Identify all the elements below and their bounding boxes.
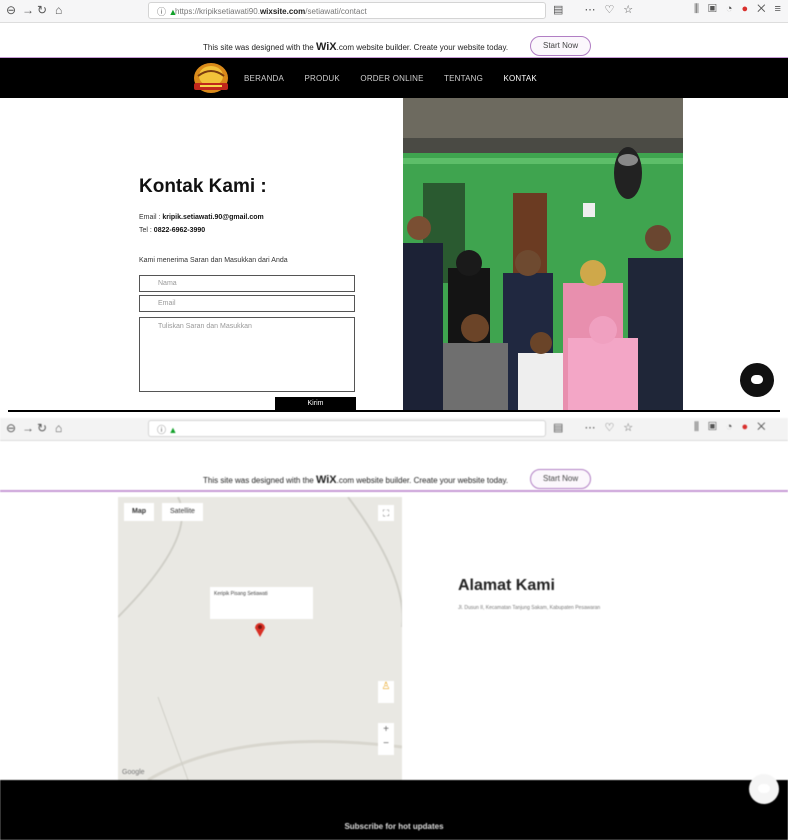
google-logo: Google [122, 769, 145, 776]
nav-item-tentang[interactable]: TENTANG [444, 74, 483, 83]
toolbar-icons-2[interactable]: ⫼▣◔●✕ [694, 421, 775, 434]
map-info-card: Keripik Pisang Setiawati [210, 587, 313, 619]
nav-item-order-online[interactable]: ORDER ONLINE [360, 74, 423, 83]
wix-banner: This site was designed with the WiX.com … [0, 33, 788, 59]
reload-icon[interactable]: ↻ [37, 3, 47, 17]
wix-banner-2: This site was designed with the WiX.com … [0, 466, 788, 492]
lock-icon: ▲ [168, 7, 178, 17]
forward-icon[interactable]: → [22, 3, 34, 17]
url-bar-2[interactable]: ⓘ ▲ [148, 420, 546, 437]
nav-item-kontak[interactable]: KONTAK [503, 74, 537, 83]
fullscreen-icon[interactable]: ⛶ [378, 505, 394, 521]
browser-toolbar: ⊖ → ↻ ⌂ ⓘ ▲ https://kripiksetiawati90.wi… [0, 0, 788, 23]
email-value[interactable]: kripik.setiawati.90@gmail.com [162, 214, 263, 221]
info-icon: ⓘ ▲ [157, 7, 178, 17]
zoom-control[interactable]: + − [378, 723, 394, 755]
url-prefix: https://kripiksetiawati90. [175, 7, 260, 16]
page-actions-icon-2[interactable]: ▤ ⋯♡☆ [553, 421, 642, 434]
nav-item-beranda[interactable]: BERANDA [244, 74, 284, 83]
lock-icon-2: ▲ [168, 425, 178, 435]
contact-title: Kontak Kami : [139, 176, 267, 197]
contact-email: Email : kripik.setiawati.90@gmail.com [139, 214, 264, 221]
back-icon[interactable]: ⊖ [6, 3, 16, 17]
wix-brand: WiX [315, 41, 337, 53]
url-path: /setiawati/contact [305, 7, 367, 16]
map-place-name: Keripik Pisang Setiawati [214, 591, 268, 597]
forward-icon-2[interactable]: → [22, 421, 34, 435]
chat-button-2[interactable] [749, 774, 779, 804]
wix-text-after: .com website builder. Create your websit… [336, 43, 509, 52]
wix-banner-text-2: This site was designed with the WiX.com … [203, 474, 508, 486]
back-icon-2[interactable]: ⊖ [6, 421, 16, 435]
url-bar[interactable]: ⓘ ▲ https://kripiksetiawati90.wixsite.co… [148, 2, 546, 19]
toolbar-icons[interactable]: ⫼▣◔●✕≡ [694, 3, 788, 16]
google-map[interactable]: Map Satellite ⛶ Keripik Pisang Setiawati… [118, 497, 402, 780]
team-photo [403, 98, 683, 410]
screenshot-divider [8, 410, 780, 412]
pegman-icon[interactable]: ♙ [378, 681, 394, 703]
tel-label: Tel : [139, 227, 154, 234]
contact-phone: Tel : 0822-6962-3990 [139, 227, 205, 234]
nav-menu: BERANDA PRODUK ORDER ONLINE TENTANG KONT… [244, 74, 555, 83]
subscribe-heading: Subscribe for hot updates [344, 822, 444, 831]
start-now-button[interactable]: Start Now [530, 36, 592, 56]
chat-button[interactable] [740, 363, 774, 397]
map-tab-map[interactable]: Map [124, 503, 154, 521]
map-pin-icon[interactable] [254, 621, 266, 637]
message-field[interactable]: Tuliskan Saran dan Masukkan [139, 317, 355, 392]
wix-brand-2: WiX [315, 474, 337, 486]
url-domain: wixsite.com [259, 7, 306, 16]
email-label: Email : [139, 214, 163, 221]
contact-intro: Kami menerima Saran dan Masukkan dari An… [139, 257, 288, 264]
browser-toolbar-2: ⊖ → ↻ ⌂ ⓘ ▲ ▤ ⋯♡☆ ⫼▣◔●✕ [0, 418, 788, 441]
address-text: Jl. Dusun II, Kecamatan Tanjung Sakam, K… [458, 605, 601, 611]
start-now-button-2[interactable]: Start Now [530, 469, 592, 489]
submit-button[interactable]: Kirim [275, 397, 356, 410]
name-field[interactable]: Nama [139, 275, 355, 292]
address-title: Alamat Kami [458, 577, 555, 594]
tel-value[interactable]: 0822-6962-3990 [154, 227, 205, 234]
site-navigation: BERANDA PRODUK ORDER ONLINE TENTANG KONT… [0, 58, 788, 98]
wix-text-after-2: .com website builder. Create your websit… [336, 476, 509, 485]
info-icon-2: ⓘ ▲ [157, 425, 178, 435]
email-field[interactable]: Email [139, 295, 355, 312]
wix-text-before: This site was designed with the [203, 43, 316, 52]
map-canvas [118, 497, 402, 780]
wix-banner-text: This site was designed with the WiX.com … [203, 41, 508, 53]
footer [0, 780, 788, 840]
map-tab-satellite[interactable]: Satellite [162, 503, 203, 521]
page-actions-icon[interactable]: ▤ ⋯♡☆ [553, 3, 642, 16]
home-icon-2[interactable]: ⌂ [55, 421, 62, 435]
nav-item-produk[interactable]: PRODUK [305, 74, 340, 83]
brand-logo-icon[interactable] [188, 61, 234, 95]
wix-text-before-2: This site was designed with the [203, 476, 316, 485]
home-icon[interactable]: ⌂ [55, 3, 62, 17]
reload-icon-2[interactable]: ↻ [37, 421, 47, 435]
